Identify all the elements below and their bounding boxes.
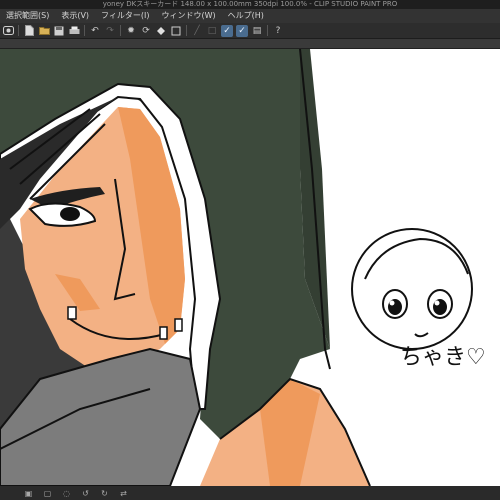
zoom-icon[interactable]: ▣ xyxy=(24,489,33,498)
undo-icon[interactable]: ↶ xyxy=(89,25,101,37)
pen-icon[interactable]: ╱ xyxy=(191,25,203,37)
new-icon[interactable] xyxy=(23,25,35,37)
command-bar: ↶ ↷ ✹ ⟳ ╱ □ ✓ ✓ ▤ ? xyxy=(0,23,500,39)
fill-icon[interactable] xyxy=(155,25,167,37)
flip-icon[interactable]: ⇄ xyxy=(119,489,128,498)
fit-icon[interactable]: ▢ xyxy=(43,489,52,498)
menu-window[interactable]: ウィンドウ(W) xyxy=(156,9,222,23)
shape-icon[interactable]: ✓ xyxy=(221,24,233,37)
menu-selection[interactable]: 選択範囲(S) xyxy=(0,9,55,23)
menu-filter[interactable]: フィルター(I) xyxy=(95,9,155,23)
clear-icon[interactable] xyxy=(170,25,182,37)
toolbar-separator xyxy=(186,25,187,36)
toolbar-separator xyxy=(84,25,85,36)
toolbar-separator xyxy=(120,25,121,36)
help-icon[interactable]: ? xyxy=(272,25,284,37)
status-bar: ▣ ▢ ◌ ↺ ↻ ⇄ xyxy=(0,486,500,500)
print-icon[interactable] xyxy=(68,25,80,37)
illustration: ちゃき♡ xyxy=(0,49,500,486)
toolbar-separator xyxy=(18,25,19,36)
ruler-icon[interactable]: ▤ xyxy=(251,25,263,37)
snap-icon[interactable]: ✓ xyxy=(236,24,248,37)
app-icon[interactable] xyxy=(2,25,14,37)
menu-view[interactable]: 表示(V) xyxy=(55,9,95,23)
hand-icon[interactable]: ◌ xyxy=(62,489,71,498)
sun-icon[interactable]: ✹ xyxy=(125,25,137,37)
canvas-tab-strip xyxy=(0,39,500,49)
window-title: yoney DKスキーカード 148.00 x 100.00mm 350dpi … xyxy=(0,0,500,9)
save-icon[interactable] xyxy=(53,25,65,37)
rotate-left-icon[interactable]: ↺ xyxy=(81,489,90,498)
open-icon[interactable] xyxy=(38,25,50,37)
toolbar-separator xyxy=(267,25,268,36)
drawing-canvas[interactable]: ちゃき♡ xyxy=(0,49,500,486)
rotate-right-icon[interactable]: ↻ xyxy=(100,489,109,498)
handwritten-text: ちゃき♡ xyxy=(400,345,486,370)
menu-bar: 選択範囲(S) 表示(V) フィルター(I) ウィンドウ(W) ヘルプ(H) xyxy=(0,9,500,23)
menu-help[interactable]: ヘルプ(H) xyxy=(222,9,270,23)
line-icon[interactable]: □ xyxy=(206,25,218,37)
rotate-icon[interactable]: ⟳ xyxy=(140,25,152,37)
redo-icon[interactable]: ↷ xyxy=(104,25,116,37)
